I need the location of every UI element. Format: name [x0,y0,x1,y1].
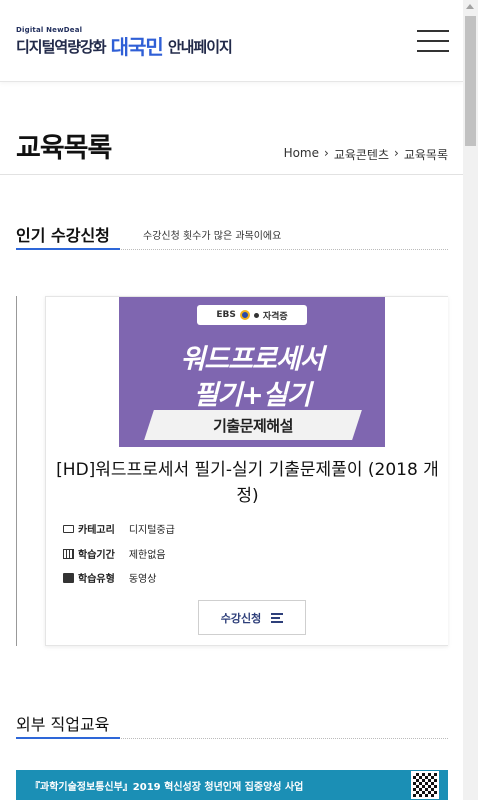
popular-section-heading: 인기 수강신청 수강신청 횟수가 많은 과목이에요 [16,216,448,250]
section-description: 수강신청 횟수가 많은 과목이에요 [143,231,282,242]
logo-text-2: 대국민 [110,35,164,59]
breadcrumb-home[interactable]: Home [284,146,319,163]
page-scrollbar[interactable] [463,0,478,800]
course-thumbnail[interactable]: EBS 자격증 워드프로세서 필기+실기 기출문제해설 [119,297,385,447]
monitor-icon [63,524,74,533]
heading-underline [16,737,120,739]
logo-subtitle: Digital NewDeal [16,26,83,34]
calendar-icon [63,548,74,559]
thumb-title-line1: 워드프로세서 [180,344,324,375]
meta-label: 학습기간 [78,550,115,561]
meta-value: 디지털중급 [128,525,175,536]
menu-bar [417,50,449,52]
banner-text: 『과학기술정보통신부』2019 혁신성장 청년인재 집중양성 사업 [30,782,304,793]
qr-code-icon [411,771,439,799]
ebs-logo-icon [239,310,250,320]
list-icon [271,612,284,623]
scrollbar-thumb[interactable] [465,16,476,146]
breadcrumb-contents[interactable]: 교육콘텐츠 [334,146,389,163]
page-title: 교육목록 [16,133,112,164]
meta-label: 학습유형 [78,574,115,585]
thumb-title-line2: 필기+실기 [193,380,312,411]
site-logo[interactable]: Digital NewDeal 디지털역량강화 대국민 안내페이지 [16,26,256,60]
box-icon [63,572,74,583]
section-title: 인기 수강신청 [16,226,110,245]
menu-bar [417,40,449,42]
breadcrumb-current: 교육목록 [403,148,448,162]
site-header: Digital NewDeal 디지털역량강화 대국민 안내페이지 [0,0,463,82]
meta-period: 학습기간 제한없음 [63,546,166,561]
page-title-row: 교육목록 Home › 교육콘텐츠 › 교육목록 [0,82,463,175]
course-card[interactable]: EBS 자격증 워드프로세서 필기+실기 기출문제해설 [HD]워드프로세서 필… [45,296,448,646]
carousel-prev-card-edge [16,296,17,646]
apply-label: 수강신청 [220,611,262,625]
breadcrumb: Home › 교육콘텐츠 › 교육목록 [284,146,448,163]
meta-label: 카테고리 [78,525,115,536]
cert-label: 자격증 [262,311,288,322]
scroll-up-arrow-icon[interactable] [466,4,474,9]
menu-bar [417,30,449,32]
course-title[interactable]: [HD]워드프로세서 필기-실기 기출문제풀이 (2018 개정) [56,457,439,509]
meta-type: 학습유형 동영상 [63,570,156,585]
meta-category: 카테고리 디지털중급 [63,521,175,536]
logo-text-3: 안내페이지 [167,38,233,56]
ebs-label: EBS [216,310,236,320]
meta-value: 동영상 [128,574,157,585]
logo-wordmark: 디지털역량강화 대국민 안내페이지 [16,35,233,59]
external-section-heading: 외부 직업교육 [16,705,448,739]
apply-button[interactable]: 수강신청 [198,600,306,635]
external-banner[interactable]: 『과학기술정보통신부』2019 혁신성장 청년인재 집중양성 사업 [16,770,448,800]
ebs-badge: EBS 자격증 [197,305,307,325]
hamburger-menu-icon[interactable] [417,30,449,52]
chevron-right-icon: › [394,146,399,160]
dot-icon [253,312,259,318]
logo-text-1: 디지털역량강화 [16,38,107,56]
chevron-right-icon: › [324,146,329,160]
meta-value: 제한없음 [128,550,166,561]
thumb-banner-text: 기출문제해설 [213,417,293,435]
heading-underline [16,248,120,250]
section-title: 외부 직업교육 [16,715,110,734]
